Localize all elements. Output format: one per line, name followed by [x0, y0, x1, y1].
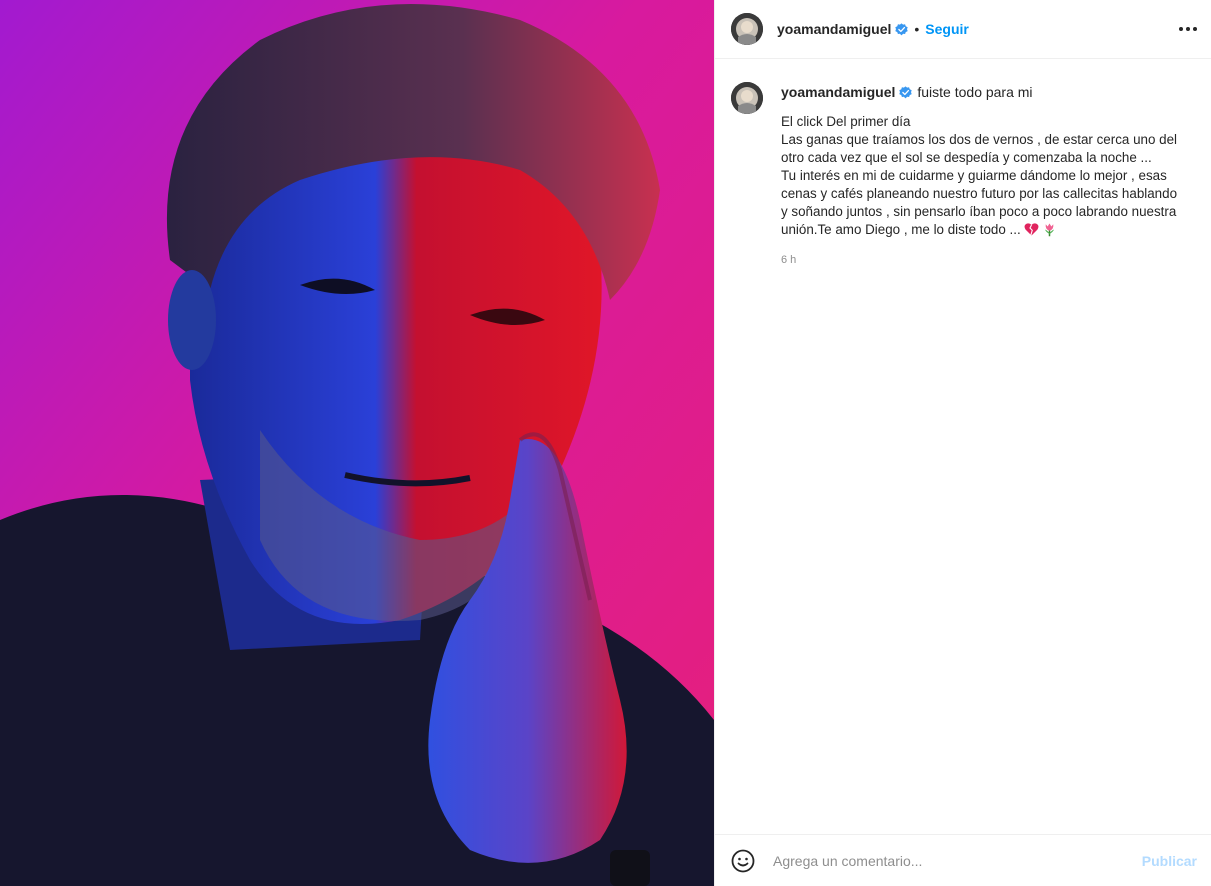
avatar-image — [731, 82, 763, 114]
more-dot — [1179, 27, 1183, 31]
caption-text: El click Del primer día Las ganas que tr… — [781, 114, 1178, 237]
broken-heart-icon — [1024, 223, 1039, 236]
caption-content: yoamandamiguel fuiste todo para mi El cl… — [781, 79, 1186, 269]
separator-dot: • — [914, 21, 920, 37]
caption-header: yoamandamiguel fuiste todo para mi — [781, 79, 1186, 105]
comment-input[interactable] — [771, 851, 1142, 870]
avatar[interactable] — [731, 13, 763, 45]
more-dot — [1193, 27, 1197, 31]
portrait-photo — [0, 0, 714, 886]
verified-badge-icon — [899, 85, 913, 98]
caption-text-block: El click Del primer día Las ganas que tr… — [781, 113, 1186, 239]
avatar[interactable] — [731, 82, 763, 114]
post-timestamp[interactable]: 6 h — [781, 251, 1186, 269]
caption-title: fuiste todo para mi — [917, 84, 1033, 100]
comments-area: yoamandamiguel fuiste todo para mi El cl… — [715, 59, 1211, 834]
more-options-icon[interactable] — [1179, 21, 1197, 37]
smiley-icon[interactable] — [731, 849, 755, 873]
tulip-icon — [1044, 223, 1054, 237]
caption: yoamandamiguel fuiste todo para mi El cl… — [731, 79, 1195, 269]
comment-bar: Publicar — [715, 834, 1211, 886]
caption-username-link[interactable]: yoamandamiguel — [781, 83, 895, 101]
username-link[interactable]: yoamandamiguel — [777, 21, 891, 37]
follow-button[interactable]: Seguir — [925, 21, 969, 37]
post-photo[interactable] — [0, 0, 714, 886]
post-header: yoamandamiguel • Seguir — [715, 0, 1211, 59]
post-sidebar: yoamandamiguel • Seguir yoamandamiguel f… — [714, 0, 1211, 886]
more-dot — [1186, 27, 1190, 31]
verified-badge-icon — [895, 22, 909, 35]
instagram-post-view: yoamandamiguel • Seguir yoamandamiguel f… — [0, 0, 1211, 886]
avatar-image — [731, 13, 763, 45]
publish-button[interactable]: Publicar — [1142, 853, 1197, 869]
